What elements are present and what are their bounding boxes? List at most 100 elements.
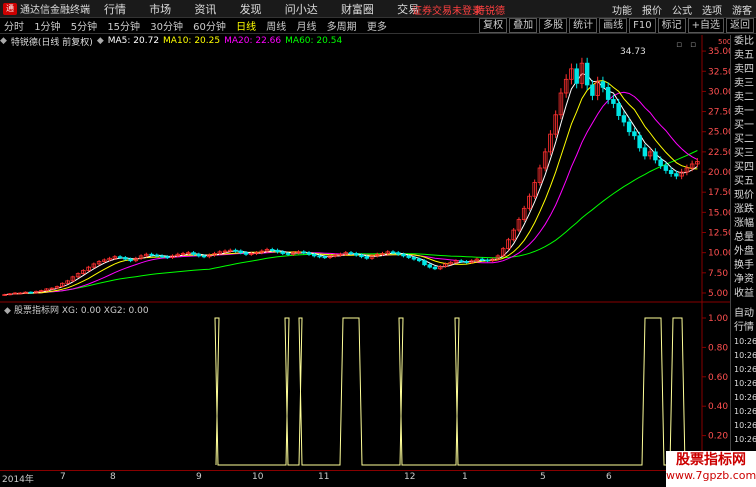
- panel-row: 10:26: [734, 351, 756, 360]
- title-bar: 通 通达信金融终端 行情 市场 资讯 发现 问小达 财富圈 交易 证券交易未登录…: [0, 0, 756, 18]
- menu-item-ask[interactable]: 问小达: [285, 3, 318, 16]
- panel-row: 卖一: [734, 106, 754, 117]
- site-watermark: 股票指标网 www.7gpzb.com: [666, 451, 756, 487]
- candle-body: [663, 165, 669, 171]
- chart-close-icon[interactable]: ▫: [690, 40, 696, 50]
- ma5-line: [4, 73, 698, 296]
- panel-row: 买四: [734, 162, 754, 173]
- candle-body: [406, 255, 411, 258]
- multi-stock-button[interactable]: 多股: [539, 18, 568, 33]
- candle-body: [243, 252, 249, 255]
- candle-body: [191, 252, 196, 255]
- panel-row: 总量: [734, 232, 754, 243]
- main-menu: 行情 市场 资讯 发现 问小达 财富圈 交易: [104, 1, 439, 17]
- panel-row: 10:26: [734, 421, 756, 430]
- time-tick: 8: [110, 472, 116, 482]
- back-button[interactable]: 返回: [726, 18, 754, 33]
- candle-body: [149, 253, 154, 256]
- panel-row: 买三: [734, 148, 754, 159]
- panel-row[interactable]: 自动: [731, 307, 756, 321]
- tab-more[interactable]: 更多: [367, 22, 387, 33]
- menu-item-function[interactable]: 功能: [612, 2, 632, 17]
- candle-body: [458, 260, 464, 263]
- candle-body: [637, 135, 642, 149]
- time-tick: 5: [540, 472, 546, 482]
- candle-body: [616, 103, 621, 116]
- menu-item-market[interactable]: 市场: [149, 3, 171, 16]
- indicator-tick-label: 1.00: [708, 314, 728, 324]
- statistics-button[interactable]: 统计: [569, 18, 598, 33]
- panel-row: 涨幅: [734, 218, 754, 229]
- adjust-button[interactable]: 复权: [479, 18, 508, 33]
- menu-item-guest[interactable]: 游客: [732, 2, 752, 17]
- draw-line-button[interactable]: 画线: [599, 18, 628, 33]
- watermark-title: 股票指标网: [676, 452, 746, 468]
- mark-button[interactable]: 标记: [657, 18, 686, 33]
- tab-weekly[interactable]: 周线: [266, 22, 286, 33]
- time-tick: 12: [404, 472, 416, 482]
- tab-intraday[interactable]: 分时: [4, 22, 24, 33]
- candle-body: [165, 256, 170, 259]
- ma10-path: [4, 79, 698, 296]
- candle-body: [485, 259, 490, 262]
- panel-row: 买一: [734, 120, 754, 131]
- candle-body: [280, 251, 286, 254]
- candle-body: [312, 253, 317, 257]
- price-tick-label: 32.50: [708, 67, 730, 77]
- menu-item-options[interactable]: 选项: [702, 2, 722, 17]
- time-tick: 9: [196, 472, 202, 482]
- menu-item-quotes[interactable]: 行情: [104, 3, 126, 16]
- candle-body: [159, 255, 165, 258]
- indicator-toggle-icon[interactable]: ◆: [4, 306, 11, 316]
- add-watchlist-button[interactable]: +自选: [687, 18, 724, 33]
- panel-row: 收益: [734, 288, 754, 299]
- panel-row[interactable]: 行情: [731, 321, 756, 335]
- tab-1min[interactable]: 1分钟: [34, 22, 60, 33]
- tab-monthly[interactable]: 月线: [296, 22, 316, 33]
- f10-button[interactable]: F10: [629, 18, 656, 33]
- price-tick-label: 5.00: [708, 289, 728, 299]
- candle-body: [306, 252, 312, 255]
- candle-body: [322, 256, 327, 259]
- signal-path: [214, 317, 686, 466]
- menu-item-formula[interactable]: 公式: [672, 2, 692, 17]
- tab-5min[interactable]: 5分钟: [71, 22, 97, 33]
- time-axis: 2014年 7 8 9 10 11 12 1 5 6: [0, 470, 730, 487]
- tab-daily[interactable]: 日线: [236, 22, 256, 33]
- candle-body: [600, 81, 606, 88]
- time-tick: 10: [252, 472, 264, 482]
- tab-30min[interactable]: 30分钟: [150, 22, 183, 33]
- menu-item-wealth[interactable]: 财富圈: [341, 3, 374, 16]
- chart-collapse-square-icon[interactable]: ▫: [676, 40, 682, 50]
- overlay-button[interactable]: 叠加: [509, 18, 538, 33]
- candle-body: [416, 258, 422, 262]
- app-logo-icon: 通: [3, 2, 17, 15]
- menu-item-news[interactable]: 资讯: [194, 3, 216, 16]
- panel-row: 换手: [734, 260, 754, 271]
- candle-body: [605, 86, 611, 100]
- menu-item-discover[interactable]: 发现: [240, 3, 262, 16]
- candle-body: [401, 253, 406, 257]
- candle-body: [653, 151, 658, 161]
- candle-body: [422, 260, 427, 266]
- panel-row: 买五: [734, 176, 754, 187]
- ma60-line: [4, 150, 698, 296]
- price-tick-label: 30.00: [708, 87, 730, 97]
- tab-multi-period[interactable]: 多周期: [327, 22, 357, 33]
- price-tick-label: 25.00: [708, 128, 730, 138]
- price-tick-label: 20.00: [708, 168, 730, 178]
- indicator-tick-label: 0.40: [708, 402, 728, 412]
- app-name: 通达信金融终端: [20, 5, 90, 16]
- time-tick: 7: [60, 472, 66, 482]
- tab-60min[interactable]: 60分钟: [193, 22, 226, 33]
- tab-15min[interactable]: 15分钟: [107, 22, 140, 33]
- ma10-line: [4, 79, 698, 296]
- panel-row: 涨跌: [734, 204, 754, 215]
- candle-body: [364, 256, 369, 259]
- candlestick-chart[interactable]: 35.00 32.50 30.00 27.50 25.00 22.50 20.00 17.50…: [0, 35, 730, 470]
- login-notice[interactable]: 证券交易未登录: [412, 2, 482, 17]
- time-tick: 6: [606, 472, 612, 482]
- candle-body: [590, 84, 595, 96]
- candle-body: [275, 249, 280, 253]
- menu-item-price[interactable]: 报价: [642, 2, 662, 17]
